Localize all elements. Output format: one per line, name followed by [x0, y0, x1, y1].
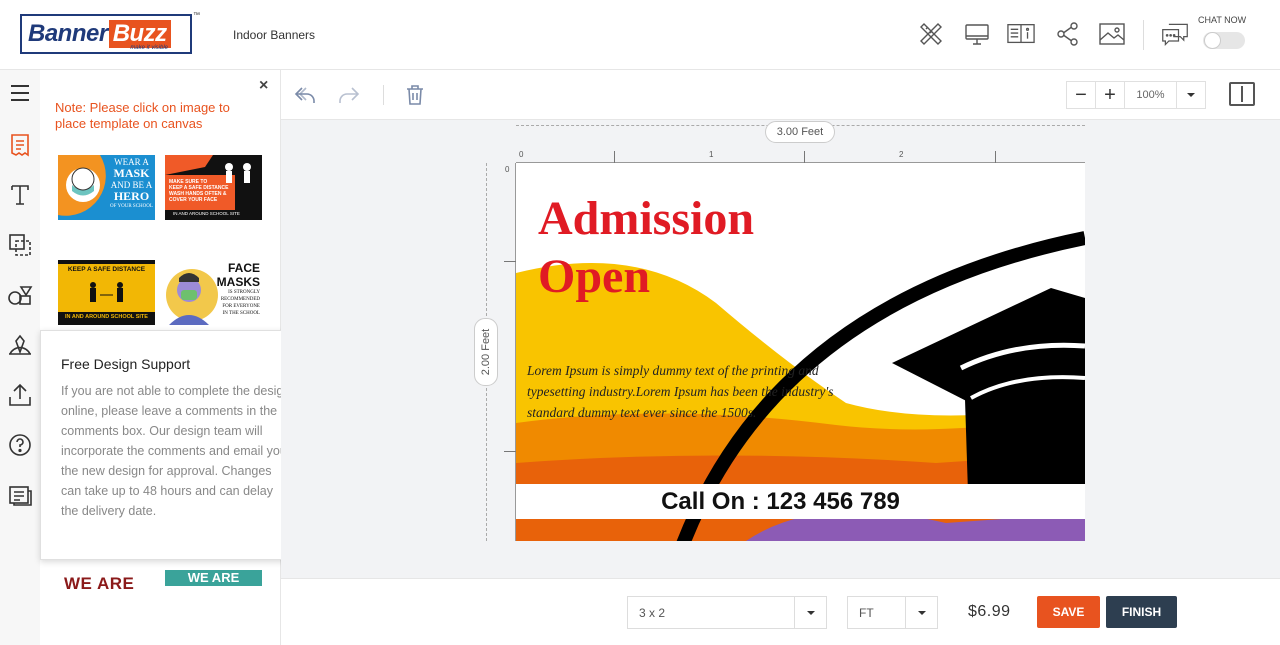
zoom-in-button[interactable]: +	[1096, 82, 1125, 108]
thumb-1-text-d: HERO	[113, 189, 150, 203]
image-gallery-icon[interactable]	[1098, 20, 1126, 48]
header: Banner Buzz make it visible ™ Indoor Ban…	[0, 0, 1280, 70]
thumb-4-text-d: RECOMMENDED	[220, 297, 260, 302]
chevron-down-icon	[794, 597, 826, 628]
undo-icon[interactable]	[293, 83, 317, 107]
template-thumb-5[interactable]: WE ARE	[58, 570, 155, 592]
zoom-value[interactable]: 100%	[1125, 82, 1177, 108]
support-title: Free Design Support	[61, 356, 191, 372]
chat-icon[interactable]	[1161, 20, 1189, 48]
bannerbuzz-logo[interactable]: Banner Buzz make it visible ™	[20, 12, 200, 54]
menu-icon[interactable]	[6, 79, 34, 107]
body-text[interactable]: Lorem Ipsum is simply dummy text of the …	[527, 360, 867, 423]
panel-note: Note: Please click on image to place tem…	[55, 100, 230, 131]
template-thumb-4[interactable]: FACE MASKS IS STRONGLY RECOMMENDED FOR E…	[165, 260, 262, 325]
toolbar-divider	[383, 85, 384, 105]
ruler-top-0: 0	[519, 150, 524, 159]
help-icon[interactable]	[6, 431, 34, 459]
text-icon[interactable]	[6, 181, 34, 209]
height-dimension-label: 2.00 Feet	[480, 328, 493, 376]
comments-icon[interactable]	[6, 481, 34, 509]
header-divider	[1143, 20, 1144, 50]
thumb-5-text: WE ARE	[64, 574, 135, 592]
height-dimension-pill: 2.00 Feet	[474, 318, 498, 386]
chat-toggle[interactable]	[1203, 32, 1245, 49]
chevron-down-icon	[905, 597, 937, 628]
width-dimension-label: 3.00 Feet	[765, 121, 835, 143]
thumb-1-text-b: MASK	[113, 166, 150, 180]
thumb-4-text-e: FOR EVERYONE	[222, 304, 260, 309]
redo-icon[interactable]	[337, 83, 361, 107]
size-select-value: 3 x 2	[639, 605, 666, 620]
logo-trademark: ™	[193, 12, 200, 19]
preview-monitor-icon[interactable]	[963, 20, 991, 48]
logo-tagline: make it visible	[130, 45, 168, 51]
price: $6.99	[968, 603, 1011, 620]
save-button[interactable]: SAVE	[1037, 596, 1100, 628]
thumb-4-text-c: IS STRONGLY	[228, 290, 260, 295]
template-thumb-2[interactable]: MAKE SURE TO KEEP A SAFE DISTANCE WASH H…	[165, 155, 262, 220]
headline-line-1: Admission	[538, 192, 755, 245]
template-thumb-3[interactable]: KEEP A SAFE DISTANCE IN AND AROUND SCHOO…	[58, 260, 155, 325]
panel-close-button[interactable]: ×	[259, 78, 268, 94]
design-tools-icon[interactable]	[917, 20, 945, 48]
ruler-left: 0	[501, 163, 516, 541]
product-info-icon[interactable]	[1007, 20, 1035, 48]
finish-button[interactable]: FINISH	[1106, 596, 1177, 628]
bottom-bar: 3 x 2 FT $6.99 SAVE FINISH	[281, 578, 1280, 645]
headline-line-2: Open	[538, 250, 651, 303]
upload-icon[interactable]	[6, 381, 34, 409]
thumb-6-text: WE ARE	[187, 570, 240, 585]
template-thumb-6[interactable]: WE ARE	[165, 570, 262, 588]
editor-toolbar: − + 100%	[281, 70, 1280, 120]
thumb-3-text-a: KEEP A SAFE DISTANCE	[67, 266, 146, 273]
unit-select-value: FT	[859, 605, 874, 620]
thumb-4-text-a: FACE	[227, 261, 260, 275]
zoom-control: − + 100%	[1066, 81, 1206, 109]
clipart-icon[interactable]	[6, 281, 34, 309]
template-thumb-1[interactable]: WEAR A MASK AND BE A HERO OF YOUR SCHOOL	[58, 155, 155, 220]
toggle-knob	[1204, 32, 1221, 49]
design-canvas[interactable]: Admission Open Lorem Ipsum is simply dum…	[516, 163, 1085, 541]
ruler-top-1: 1	[709, 150, 714, 159]
tool-rail	[0, 70, 40, 645]
logo-text-banner: Banner	[28, 20, 108, 47]
thumb-4-text-f: IN THE SCHOOL	[222, 311, 260, 316]
headline[interactable]: Admission Open	[538, 190, 754, 306]
ruler-left-0: 0	[505, 165, 510, 174]
ruler-top: 0 1 2	[516, 148, 1085, 163]
background-icon[interactable]	[6, 331, 34, 359]
unit-select[interactable]: FT	[847, 596, 938, 629]
product-name: Indoor Banners	[233, 28, 316, 42]
thumb-4-text-b: MASKS	[216, 275, 260, 289]
zoom-out-button[interactable]: −	[1067, 82, 1096, 108]
thumb-3-text-b: IN AND AROUND SCHOOL SITE	[65, 314, 148, 320]
support-body: If you are not able to complete the desi…	[61, 384, 291, 518]
trash-icon[interactable]	[403, 83, 427, 107]
chat-now-label: CHAT NOW	[1198, 15, 1247, 25]
thumb-2-text-e: IN AND AROUND SCHOOL SITE	[173, 211, 240, 216]
templates-icon[interactable]	[6, 131, 34, 159]
logo-text-buzz: Buzz	[108, 20, 171, 48]
ruler-top-2: 2	[899, 150, 904, 159]
zoom-dropdown-caret[interactable]	[1177, 82, 1205, 108]
thumb-1-text-e: OF YOUR SCHOOL	[110, 204, 153, 209]
shapes-layers-icon[interactable]	[6, 231, 34, 259]
free-design-support-popup: Free Design Support × If you are not abl…	[40, 330, 310, 560]
properties-panel-toggle[interactable]	[1229, 82, 1255, 106]
size-select[interactable]: 3 x 2	[627, 596, 827, 629]
thumb-2-text-d: COVER YOUR FACE	[169, 197, 218, 203]
call-text[interactable]: Call On : 123 456 789	[516, 484, 1085, 519]
share-icon[interactable]	[1054, 20, 1082, 48]
